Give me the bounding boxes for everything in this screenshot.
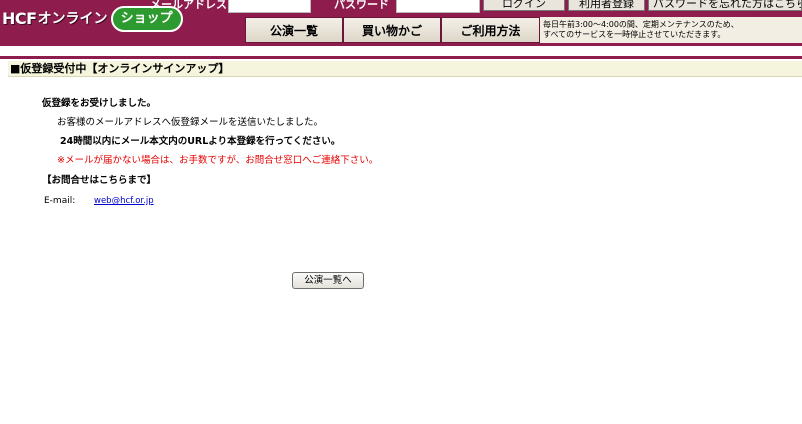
password-input[interactable]	[396, 0, 480, 13]
register-button[interactable]: 利用者登録	[568, 0, 645, 11]
contact-email-link[interactable]: web@hcf.or.jp	[94, 196, 154, 206]
logo-online: オンライン	[37, 11, 108, 27]
forgot-password-button[interactable]: パスワードを忘れた方はこちら	[648, 0, 802, 11]
header-bar: HCF オンライン ショップ メールアドレス パスワード ログイン 利用者登録 …	[0, 0, 802, 46]
nav-cart[interactable]: 買い物かご	[343, 17, 441, 43]
password-label: パスワード	[334, 0, 389, 11]
contact-heading: 【お問合せはこちらまで】	[42, 175, 157, 186]
header-divider	[0, 56, 802, 59]
back-to-performances-button[interactable]: 公演一覧へ	[292, 272, 364, 289]
nav-guide[interactable]: ご利用方法	[441, 17, 540, 43]
nav-performances[interactable]: 公演一覧	[245, 17, 343, 43]
received-message: 仮登録をお受けしました。	[42, 98, 157, 109]
maintenance-line-1: 毎日午前3:00〜4:00の間、定期メンテナンスのため、	[543, 20, 739, 29]
email-contact-label: E-mail:	[44, 196, 76, 206]
email-label: メールアドレス	[150, 0, 226, 11]
section-title: ■仮登録受付中【オンラインサインアップ】	[8, 61, 802, 77]
maintenance-line-2: すべてのサービスを一時停止させていただきます。	[543, 30, 726, 39]
warning-message: ※メールが届かない場合は、お手数ですが、お問合せ窓口へご連絡下さい。	[57, 155, 379, 166]
sent-message: お客様のメールアドレスへ仮登録メールを送信いたしました。	[57, 117, 324, 128]
email-contact-row: web@hcf.or.jp	[94, 195, 154, 207]
logo-brand: HCF	[2, 9, 37, 28]
login-button[interactable]: ログイン	[483, 0, 565, 11]
instruction-message: 24時間以内にメール本文内のURLより本登録を行ってください。	[60, 136, 341, 147]
email-input[interactable]	[228, 0, 311, 13]
maintenance-notice: 毎日午前3:00〜4:00の間、定期メンテナンスのため、 すべてのサービスを一時…	[540, 17, 802, 43]
